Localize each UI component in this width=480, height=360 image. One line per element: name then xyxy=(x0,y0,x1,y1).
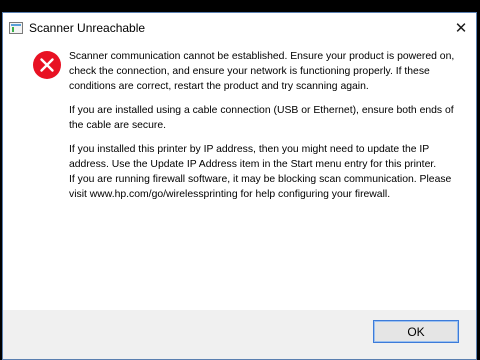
close-button[interactable]: ✕ xyxy=(448,17,474,39)
button-bar: OK xyxy=(3,310,476,359)
message-paragraph: Scanner communication cannot be establis… xyxy=(69,51,455,92)
application-icon xyxy=(9,22,23,34)
message-text: Scanner communication cannot be establis… xyxy=(69,49,463,202)
ok-button[interactable]: OK xyxy=(373,320,459,343)
title-bar[interactable]: Scanner Unreachable ✕ xyxy=(3,13,476,43)
scanner-unreachable-dialog: Scanner Unreachable ✕ Scanner communicat… xyxy=(2,12,477,360)
error-icon xyxy=(33,51,61,79)
window-title: Scanner Unreachable xyxy=(29,21,146,35)
message-paragraph: If you are installed using a cable conne… xyxy=(69,105,454,131)
close-icon: ✕ xyxy=(454,20,468,37)
message-paragraph: If you installed this printer by IP addr… xyxy=(69,144,437,170)
message-paragraph: If you are running firewall software, it… xyxy=(69,174,452,200)
